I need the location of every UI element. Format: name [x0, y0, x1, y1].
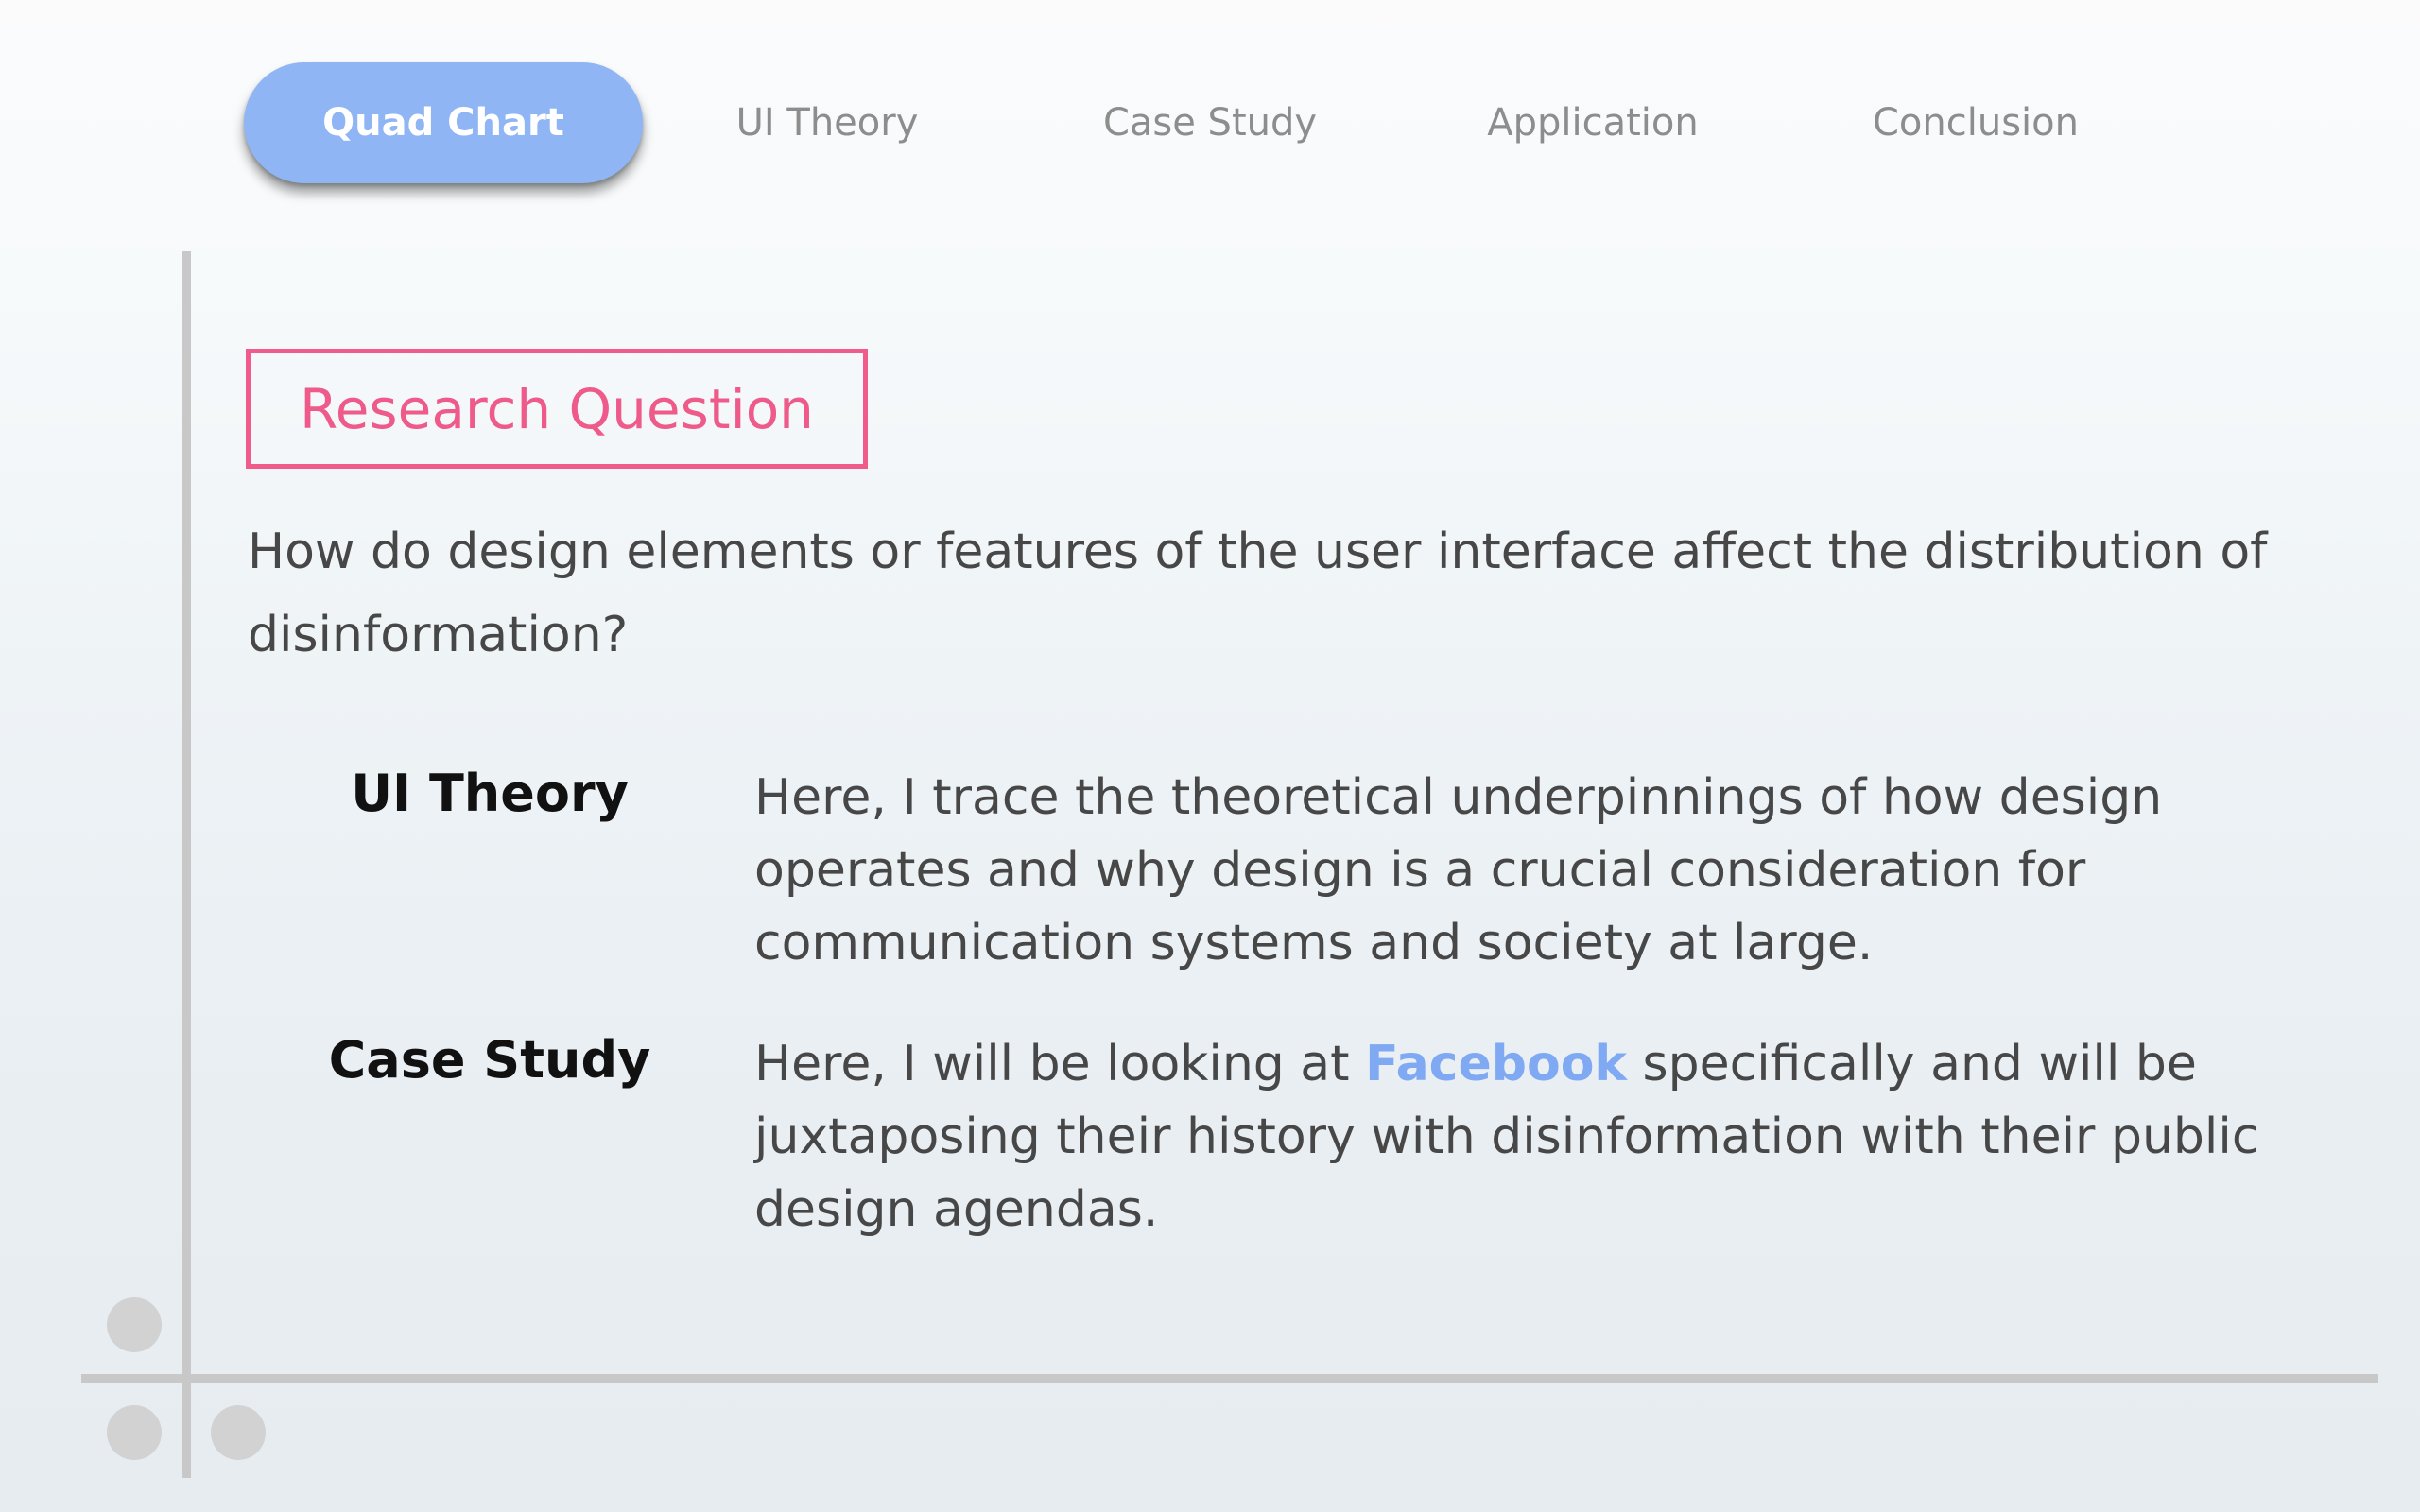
decorative-dot: [107, 1405, 162, 1460]
tab-conclusion[interactable]: Conclusion: [1843, 62, 2108, 183]
horizontal-divider: [81, 1374, 2378, 1383]
top-navigation: Quad Chart UI Theory Case Study Applicat…: [0, 0, 2420, 236]
row-text-ui-theory: Here, I trace the theoretical underpinni…: [754, 769, 2163, 971]
case-study-text-start: Here, I will be looking at: [754, 1036, 1366, 1092]
vertical-divider: [182, 251, 191, 1478]
tab-quad-chart[interactable]: Quad Chart: [244, 62, 643, 183]
decorative-dot: [211, 1405, 266, 1460]
research-question-heading-label: Research Question: [300, 376, 814, 441]
row-label-case-study: Case Study: [328, 1030, 651, 1090]
row-label-ui-theory: UI Theory: [351, 764, 629, 823]
facebook-link[interactable]: Facebook: [1365, 1036, 1627, 1092]
research-question-heading: Research Question: [246, 349, 868, 469]
decorative-dot: [107, 1297, 162, 1352]
research-question-text: How do design elements or features of th…: [248, 524, 2268, 663]
row-text-case-study: Here, I will be looking at Facebook spec…: [754, 1028, 2324, 1246]
tab-application[interactable]: Application: [1461, 62, 1725, 183]
tab-case-study[interactable]: Case Study: [1087, 62, 1333, 183]
tab-ui-theory[interactable]: UI Theory: [704, 62, 950, 183]
